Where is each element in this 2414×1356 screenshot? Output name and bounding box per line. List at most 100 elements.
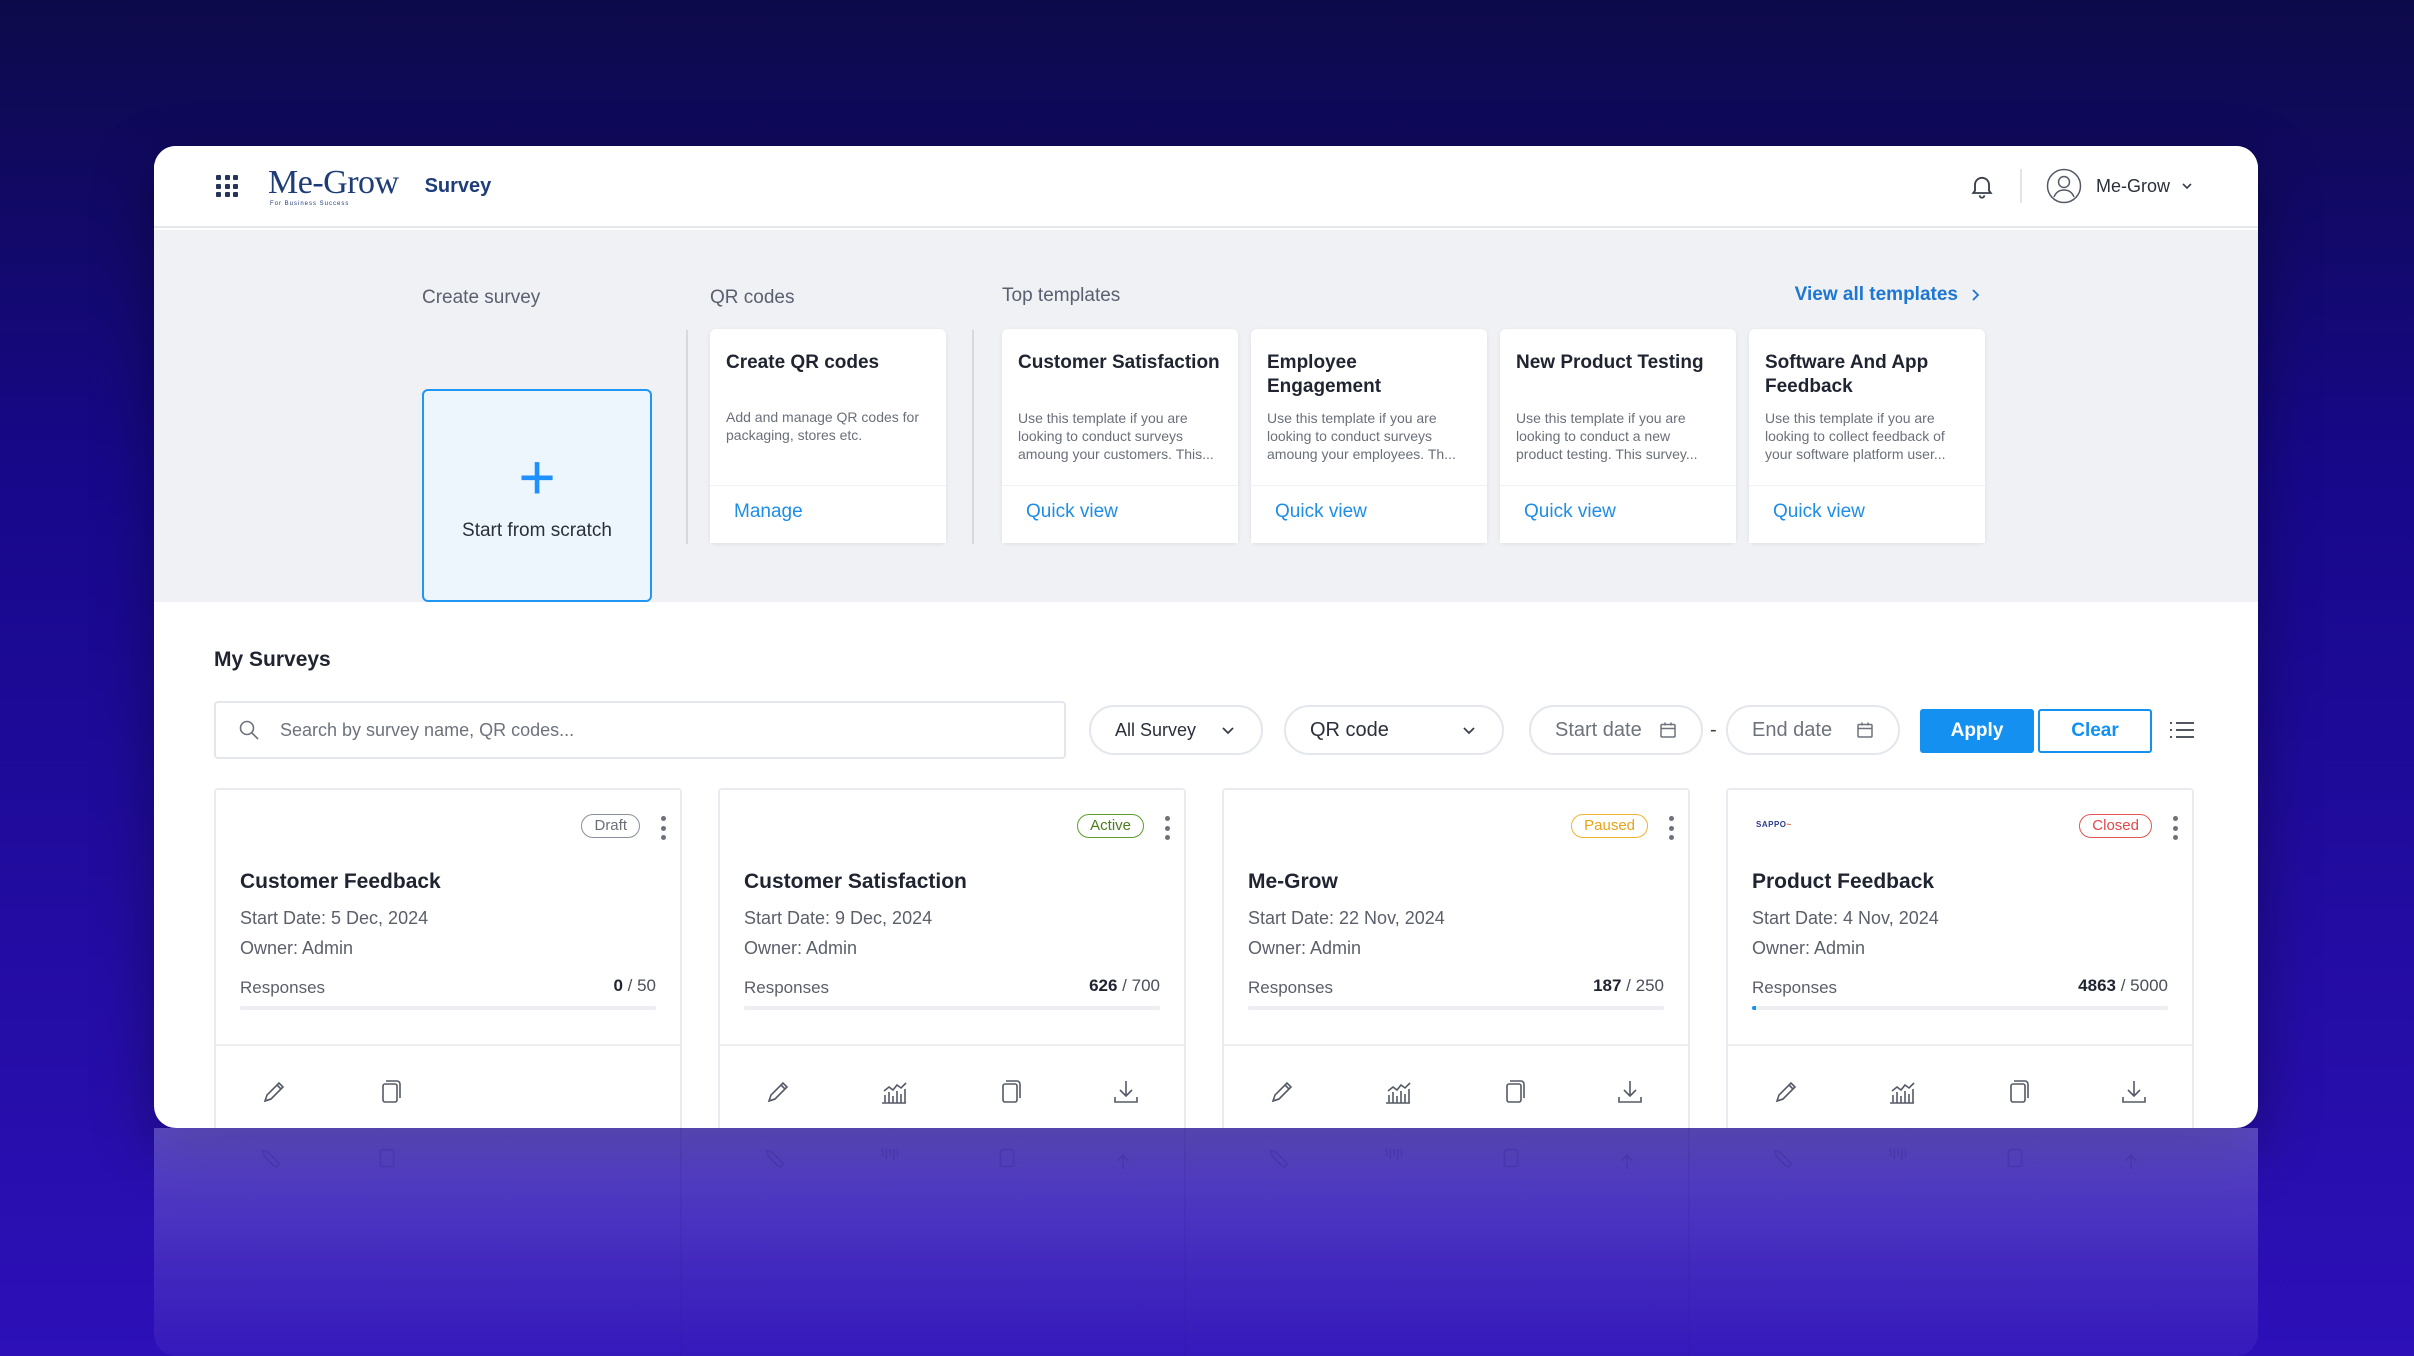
analytics-chart-icon [1385,1148,1403,1160]
copy-icon [1503,1148,1519,1168]
card-actions [1728,1044,2192,1128]
edit-pencil-icon[interactable] [762,1076,794,1108]
status-badge: Draft [581,814,640,838]
quick-view-link[interactable]: Quick view [1524,501,1616,523]
edit-pencil-icon [1269,1149,1289,1169]
copy-icon [999,1148,1015,1168]
analytics-chart-icon[interactable] [878,1076,910,1108]
clear-button[interactable]: Clear [2038,709,2152,753]
quick-view-link[interactable]: Quick view [1275,501,1367,523]
template-description: Use this template if you are looking to … [1018,410,1214,462]
template-card-software-app-feedback[interactable]: Software And App Feedback Use this templ… [1749,329,1985,543]
view-all-templates-link[interactable]: View all templates [1795,284,1980,306]
download-icon [2124,1154,2138,1170]
date-range-separator: - [1710,719,1717,741]
app-name: Survey [424,174,492,197]
responses-label: Responses [744,978,830,997]
copy-icon[interactable] [374,1076,406,1108]
edit-pencil-icon[interactable] [1770,1076,1802,1108]
apply-button[interactable]: Apply [1920,709,2034,753]
responses-progress-bar [240,1006,656,1010]
kebab-menu-icon[interactable] [660,816,666,840]
template-title: Employee Engagement [1267,352,1382,397]
qr-code-filter[interactable]: QR code [1284,705,1504,755]
copy-icon[interactable] [994,1076,1026,1108]
search-input[interactable] [280,719,1040,741]
start-from-scratch-card[interactable]: + Start from scratch [422,389,652,602]
survey-title: Customer Satisfaction [744,870,967,893]
edit-pencil-icon[interactable] [258,1076,290,1108]
template-description: Use this template if you are looking to … [1267,410,1456,462]
survey-start-date: Start Date: 9 Dec, 2024 [744,908,933,928]
user-avatar-icon [2046,168,2082,204]
top-navigation-bar: Me-Grow For Business Success Survey Me-G… [154,146,2258,228]
quick-view-link[interactable]: Quick view [1026,501,1118,523]
start-date-picker[interactable]: Start date [1529,705,1703,755]
download-icon[interactable] [1614,1076,1646,1108]
progress-fill [1752,1006,1757,1010]
download-icon[interactable] [2118,1076,2150,1108]
survey-title: Me-Grow [1248,870,1338,893]
qr-card-description: Add and manage QR codes for packaging, s… [726,409,920,443]
edit-pencil-icon [261,1149,281,1169]
card-actions [216,1044,680,1128]
download-icon[interactable] [1110,1076,1142,1108]
search-icon [239,720,259,740]
responses-progress-bar [1752,1006,2168,1010]
survey-start-date: Start Date: 22 Nov, 2024 [1248,908,1445,928]
window-reflection [154,1128,2258,1356]
responses-label: Responses [240,978,326,997]
list-view-icon[interactable] [2168,718,2196,742]
survey-card-product-feedback[interactable]: SAPPO~ Closed Product Feedback Start Dat… [1726,788,2194,1128]
kebab-menu-icon[interactable] [2172,816,2178,840]
qr-codes-card[interactable]: Create QR codes Add and manage QR codes … [710,329,946,543]
user-menu[interactable]: Me-Grow [2046,168,2194,204]
my-surveys-title: My Surveys [214,648,331,671]
create-survey-label: Create survey [422,287,541,308]
survey-owner: Owner: Admin [240,938,354,958]
quick-view-link[interactable]: Quick view [1773,501,1865,523]
calendar-icon [1857,722,1873,738]
brand-logo[interactable]: Me-Grow For Business Success [268,165,399,207]
survey-card-me-grow[interactable]: Paused Me-Grow Start Date: 22 Nov, 2024 … [1222,788,1690,1128]
chevron-down-icon [1463,727,1475,735]
copy-icon[interactable] [1498,1076,1530,1108]
edit-pencil-icon [765,1149,785,1169]
responses-count: 0 / 50 [613,976,656,995]
kebab-menu-icon[interactable] [1668,816,1674,840]
analytics-chart-icon[interactable] [1886,1076,1918,1108]
template-card-customer-satisfaction[interactable]: Customer Satisfaction Use this template … [1002,329,1238,543]
edit-pencil-icon[interactable] [1266,1076,1298,1108]
chevron-down-icon [2182,183,2192,190]
survey-filter-value: All Survey [1115,719,1197,740]
analytics-chart-icon[interactable] [1382,1076,1414,1108]
template-title: Software And App Feedback [1765,352,1929,397]
chevron-right-icon [1972,289,1980,301]
status-badge: Closed [2079,814,2152,838]
manage-qr-link[interactable]: Manage [734,501,803,523]
logo-tagline: For Business Success [270,200,350,207]
end-date-placeholder: End date [1752,718,1833,741]
responses-progress-bar [1248,1006,1664,1010]
responses-progress-bar [744,1006,1160,1010]
download-icon [1620,1154,1634,1170]
survey-start-date: Start Date: 5 Dec, 2024 [240,908,429,928]
survey-owner: Owner: Admin [744,938,858,958]
template-card-employee-engagement[interactable]: Employee Engagement Use this template if… [1251,329,1487,543]
qr-codes-label: QR codes [710,287,795,308]
survey-card-customer-feedback[interactable]: Draft Customer Feedback Start Date: 5 De… [214,788,682,1128]
divider [972,330,974,544]
kebab-menu-icon[interactable] [1164,816,1170,840]
template-title: Customer Satisfaction [1018,352,1220,373]
responses-label: Responses [1752,978,1838,997]
divider [686,330,688,544]
survey-status-filter[interactable]: All Survey [1089,705,1263,755]
bell-icon[interactable] [1968,172,1996,200]
copy-icon[interactable] [2002,1076,2034,1108]
qr-card-title: Create QR codes [726,352,880,373]
apps-grid-icon[interactable] [216,175,238,197]
app-window: Me-Grow For Business Success Survey Me-G… [154,146,2258,1128]
survey-card-customer-satisfaction[interactable]: Active Customer Satisfaction Start Date:… [718,788,1186,1128]
end-date-picker[interactable]: End date [1726,705,1900,755]
template-card-new-product-testing[interactable]: New Product Testing Use this template if… [1500,329,1736,543]
